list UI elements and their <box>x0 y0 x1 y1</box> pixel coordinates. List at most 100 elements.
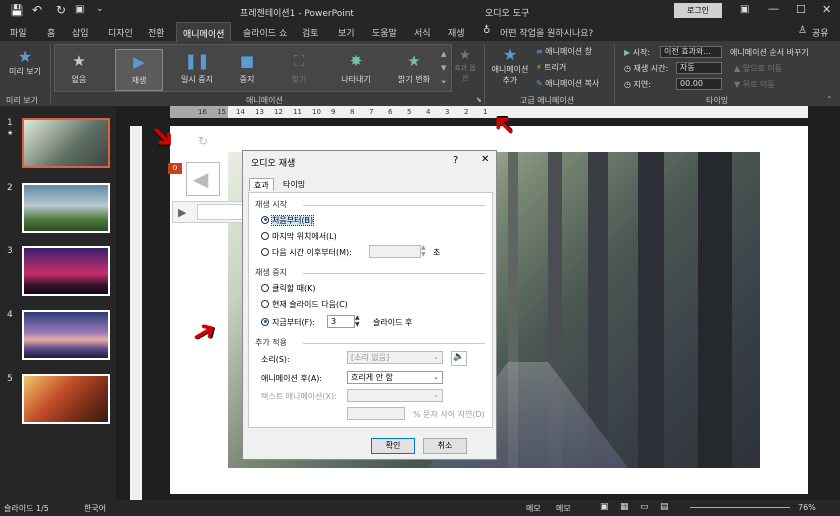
tab-home[interactable]: 홈 <box>47 26 55 39</box>
tab-slideshow[interactable]: 슬라이드 쇼 <box>243 26 287 39</box>
tab-file[interactable]: 파일 <box>10 26 27 39</box>
tab-animations[interactable]: 애니메이션 <box>176 22 232 42</box>
camera-icon: ⛶ <box>293 52 305 70</box>
slide-thumbnail-2[interactable] <box>22 183 110 233</box>
slide-thumbnail-5[interactable] <box>22 374 110 424</box>
effect-seek[interactable]: ⛶ 찾기 <box>279 49 319 91</box>
trigger-icon: ⚡ <box>536 63 545 72</box>
dialog-title: 오디오 재생 <box>251 159 296 169</box>
login-button[interactable]: 로그인 <box>674 3 722 18</box>
tab-insert[interactable]: 삽입 <box>72 26 89 39</box>
radio-from-beginning[interactable]: 처음부터(B) <box>261 215 315 226</box>
radio-icon <box>261 283 269 292</box>
effect-none[interactable]: ★ 없음 <box>59 49 99 91</box>
maximize-icon[interactable]: ☐ <box>796 3 806 16</box>
animation-painter-button[interactable]: ✎ 애니메이션 복사 <box>536 78 599 89</box>
tab-design[interactable]: 디자인 <box>108 26 133 39</box>
duration-input[interactable]: 자동 <box>676 62 722 74</box>
start-select[interactable]: 이전 효과와... <box>660 46 722 58</box>
effect-options-icon: ★ <box>459 48 471 63</box>
gallery-scroll-icon[interactable]: ▲ ▼ ⏷ <box>441 47 447 89</box>
radio-from-last-position[interactable]: 마지막 위치에서(L) <box>261 231 337 242</box>
redo-icon[interactable]: ↻ <box>56 3 66 17</box>
radio-after-current-slide[interactable]: 현재 슬라이드 다음(C) <box>261 299 348 310</box>
ok-button[interactable]: 확인 <box>371 438 415 454</box>
effect-pause[interactable]: ❚❚ 일시 중지 <box>171 49 223 91</box>
radio-after-slides[interactable]: 지금부터(F): <box>261 317 315 328</box>
ruler-tick-label: 12 <box>274 108 283 116</box>
slide-thumbnail-1[interactable] <box>22 118 110 168</box>
effect-stop[interactable]: ■ 중지 <box>227 49 267 91</box>
slides-count-input[interactable]: 3 <box>327 315 355 328</box>
zoom-level[interactable]: 76% <box>798 503 816 512</box>
animation-pane-icon: ≡ <box>536 47 546 56</box>
effect-none-label: 없음 <box>71 75 87 84</box>
customize-qat-icon[interactable]: ⌄ <box>96 4 104 14</box>
rotate-handle-icon[interactable]: ↻ <box>198 134 208 148</box>
dialog-close-button[interactable]: ✕ <box>481 154 489 165</box>
tab-effect[interactable]: 효과 <box>249 178 274 191</box>
share-button[interactable]: 공유 <box>812 26 829 39</box>
play-icon[interactable]: ▶ <box>178 206 186 219</box>
effect-appear[interactable]: ✸ 나타내기 <box>333 49 379 91</box>
trigger-button[interactable]: ⚡ 트리거 <box>536 62 566 73</box>
window-title: 프레젠테이션1 - PowerPoint <box>240 9 354 19</box>
effect-stop-label: 중지 <box>239 75 255 84</box>
delay-input[interactable]: 00.00 <box>676 78 722 90</box>
tab-playback[interactable]: 재생 <box>448 26 465 39</box>
notes-button[interactable]: 메모 <box>526 503 541 514</box>
zoom-slider[interactable] <box>690 507 790 508</box>
ruler-tick-label: 4 <box>426 108 431 116</box>
tab-timing[interactable]: 타이밍 <box>283 179 305 190</box>
comments-button[interactable]: 메모 <box>556 503 571 514</box>
help-button[interactable]: ? <box>453 155 458 166</box>
ribbon-display-icon[interactable]: ▣ <box>740 4 749 15</box>
tab-view[interactable]: 보기 <box>338 26 355 39</box>
slide-thumbnails-panel: 1 ★ 2 3 4 5 <box>0 106 116 500</box>
slide-thumbnail-3[interactable] <box>22 246 110 296</box>
animation-dialog-launcher-icon[interactable]: ⬊ <box>476 96 482 104</box>
sorter-view-icon[interactable]: ▦ <box>620 502 629 512</box>
sound-label: 소리(S): <box>261 355 290 364</box>
tell-me-input[interactable]: 어떤 작업을 원하시나요? <box>500 26 593 39</box>
preview-group-label: 미리 보기 <box>6 96 38 105</box>
effect-play[interactable]: ▶ 재생 <box>115 49 163 91</box>
tab-help[interactable]: 도움말 <box>372 26 397 39</box>
undo-icon[interactable]: ↶ <box>32 3 42 17</box>
reading-view-icon[interactable]: ▭ <box>640 502 649 512</box>
normal-view-icon[interactable]: ▣ <box>600 502 609 512</box>
trigger-label: 트리거 <box>544 63 567 72</box>
audio-play-bar[interactable]: ▶ <box>172 201 244 223</box>
star-icon: ★ <box>17 47 33 66</box>
burst-icon: ✸ <box>349 52 363 70</box>
tab-review[interactable]: 검토 <box>302 26 319 39</box>
collapse-ribbon-icon[interactable]: ⌃ <box>826 95 833 104</box>
radio-from-time[interactable]: 다음 시간 이후부터(M): <box>261 247 352 258</box>
chevron-down-icon[interactable]: ⌄ <box>433 373 439 381</box>
text-animation-select <box>347 389 443 402</box>
painter-icon: ✎ <box>536 79 546 88</box>
effect-fade[interactable]: ★ 밝기 변화 <box>389 49 439 91</box>
save-icon[interactable]: 💾 <box>10 4 24 17</box>
add-animation-button[interactable]: ★ 애니메이션 추가 <box>488 46 532 86</box>
ruler-tick-label: 10 <box>312 108 321 116</box>
context-title: 오디오 도구 <box>485 9 530 19</box>
tab-transitions[interactable]: 전환 <box>148 26 165 39</box>
close-window-icon[interactable]: ✕ <box>822 3 831 16</box>
slide-number: 2 <box>7 183 13 193</box>
slideshow-icon[interactable]: ▣ <box>75 4 84 15</box>
radio-on-click[interactable]: 클릭할 때(K) <box>261 283 315 294</box>
vertical-ruler <box>130 126 142 500</box>
slides-spinner-icon[interactable]: ▲ ▼ <box>355 314 360 328</box>
audio-object[interactable]: ◀ <box>186 162 220 196</box>
slideshow-view-icon[interactable]: ▤ <box>660 502 669 512</box>
ruler-tick-label: 2 <box>464 108 469 116</box>
tab-format[interactable]: 서식 <box>414 26 431 39</box>
preview-button[interactable]: ★ 미리 보기 <box>4 48 46 88</box>
slide-number: 3 <box>7 246 13 256</box>
slide-thumbnail-4[interactable] <box>22 310 110 360</box>
animation-pane-button[interactable]: ≡ 애니메이션 창 <box>536 46 592 57</box>
after-animation-select[interactable]: 흐리게 안 함 <box>347 371 443 384</box>
minimize-icon[interactable]: — <box>768 2 779 15</box>
cancel-button[interactable]: 취소 <box>423 438 467 454</box>
